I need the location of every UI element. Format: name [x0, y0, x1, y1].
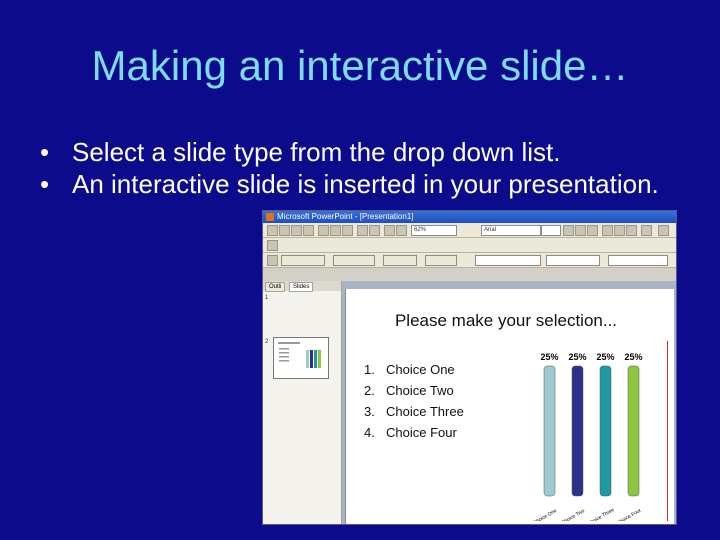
- response-chart[interactable]: 25% Choice One 25% Choice Two 25% Choice Thre…: [506, 341, 676, 521]
- new-icon[interactable]: [267, 225, 278, 236]
- font-color-icon[interactable]: [641, 225, 652, 236]
- paste-icon[interactable]: [342, 225, 353, 236]
- spelling-icon[interactable]: [318, 225, 329, 236]
- bullet-list: Select a slide type from the drop down l…: [40, 136, 700, 200]
- tab-slides[interactable]: Slides: [289, 282, 314, 292]
- slides-panel: Outli Slides 1 2: [263, 281, 342, 524]
- choice-label: Choice Four: [386, 425, 457, 440]
- bullet-item: An interactive slide is inserted in your…: [40, 168, 700, 200]
- powerpoint-screenshot: Microsoft PowerPoint - [Presentation1] 6…: [262, 210, 677, 525]
- thumbnail-number: 2: [265, 339, 269, 345]
- insert-object-dropdown[interactable]: [333, 255, 375, 266]
- pdf-icon[interactable]: [267, 240, 278, 251]
- chart-bar: [571, 365, 584, 497]
- tab-outline[interactable]: Outli: [265, 282, 286, 292]
- chart-value-label: 25%: [568, 352, 586, 362]
- chart-value-label: 25%: [540, 352, 558, 362]
- underline-icon[interactable]: [587, 225, 598, 236]
- chart-value-label: 25%: [624, 352, 642, 362]
- cut-icon[interactable]: [330, 225, 341, 236]
- pdf-toolbar: [263, 238, 676, 253]
- print-icon[interactable]: [303, 225, 314, 236]
- table-icon[interactable]: [396, 225, 407, 236]
- slide-thumbnail[interactable]: [273, 337, 329, 379]
- chart-bar: [599, 365, 612, 497]
- choice-item: 3. Choice Three: [364, 401, 464, 422]
- thumbnail-preview: [278, 342, 321, 368]
- open-icon[interactable]: [279, 225, 290, 236]
- choice-list: 1. Choice One 2. Choice Two 3. Choice Three…: [364, 359, 464, 443]
- chart-category-label: Choice Four: [616, 508, 643, 521]
- insert-slide-dropdown[interactable]: [281, 255, 325, 266]
- slide-canvas[interactable]: Please make your selection... 1. Choice O…: [345, 289, 674, 524]
- font-select[interactable]: Arial: [481, 225, 541, 236]
- thumbnail-number: 1: [265, 295, 269, 301]
- window-titlebar: Microsoft PowerPoint - [Presentation1]: [263, 211, 676, 223]
- turningpoint-toolbar: [263, 253, 676, 268]
- choice-item: 1. Choice One: [364, 359, 464, 380]
- align-left-icon[interactable]: [602, 225, 613, 236]
- window-title: Microsoft PowerPoint - [Presentation1]: [277, 212, 414, 221]
- chart-category-label: Choice Two: [560, 508, 586, 521]
- choice-number: 4.: [364, 425, 375, 440]
- choice-number: 3.: [364, 404, 375, 419]
- participant-list-select[interactable]: [546, 255, 600, 266]
- align-center-icon[interactable]: [614, 225, 625, 236]
- italic-icon[interactable]: [575, 225, 586, 236]
- save-icon[interactable]: [291, 225, 302, 236]
- chart-dropdown[interactable]: [383, 255, 417, 266]
- choice-label: Choice One: [386, 362, 455, 377]
- choice-number: 2.: [364, 383, 375, 398]
- choice-item: 2. Choice Two: [364, 380, 464, 401]
- slide-editing-area: Please make your selection... 1. Choice O…: [342, 281, 676, 524]
- zoom-select[interactable]: 62%: [411, 225, 457, 236]
- choice-label: Choice Two: [386, 383, 454, 398]
- font-size-select[interactable]: [541, 225, 561, 236]
- undo-icon[interactable]: [357, 225, 368, 236]
- powerpoint-icon: [266, 213, 274, 221]
- response-device-select[interactable]: [475, 255, 541, 266]
- session-select[interactable]: [608, 255, 668, 266]
- more-buttons-icon[interactable]: [658, 225, 669, 236]
- slide-edge-marker: [667, 341, 668, 521]
- chart-value-label: 25%: [596, 352, 614, 362]
- chart-bar: [543, 365, 556, 497]
- pdf-convert-button[interactable]: [279, 240, 313, 251]
- standard-toolbar: 62% Arial: [263, 223, 676, 238]
- chart-category-label: Choice One: [532, 508, 558, 521]
- bold-icon[interactable]: [563, 225, 574, 236]
- chart-icon[interactable]: [384, 225, 395, 236]
- chart-bar: [627, 365, 640, 497]
- tools-dropdown[interactable]: [425, 255, 457, 266]
- turningpoint-icon[interactable]: [267, 255, 278, 266]
- bullet-item: Select a slide type from the drop down l…: [40, 136, 700, 168]
- slide-title: Making an interactive slide…: [91, 42, 629, 89]
- choice-number: 1.: [364, 362, 375, 377]
- choice-label: Choice Three: [386, 404, 464, 419]
- chart-category-label: Choice Three: [587, 507, 616, 521]
- align-right-icon[interactable]: [626, 225, 637, 236]
- redo-icon[interactable]: [369, 225, 380, 236]
- choice-item: 4. Choice Four: [364, 422, 464, 443]
- slide-question-title: Please make your selection...: [394, 311, 618, 330]
- panel-tabs: Outli Slides: [263, 281, 341, 292]
